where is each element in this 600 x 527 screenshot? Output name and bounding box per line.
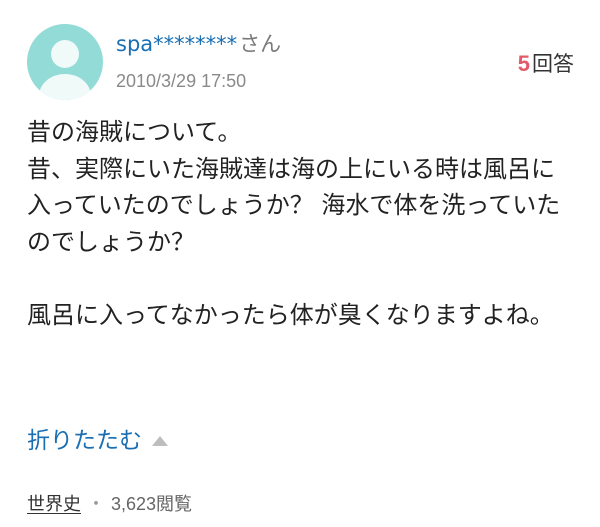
category-link[interactable]: 世界史 xyxy=(27,490,81,516)
footer-separator: ・ xyxy=(87,494,105,515)
fold-toggle-button[interactable]: 折りたたむ xyxy=(27,424,168,458)
question-line: 風呂に入ってなかったら体が臭くなりますよね。 xyxy=(27,300,554,329)
user-avatar[interactable] xyxy=(27,24,103,100)
fold-toggle-label: 折りたたむ xyxy=(27,428,142,454)
view-count-label: 閲覧 xyxy=(156,494,193,515)
user-silhouette-icon xyxy=(39,40,91,100)
question-footer: 世界史 ・ 3,623 閲覧 xyxy=(27,490,192,516)
question-blank-line: ​ xyxy=(27,260,575,297)
username-link[interactable]: spa******** xyxy=(116,32,237,56)
username-row: spa********さん xyxy=(116,30,281,58)
view-count: 3,623 xyxy=(111,494,157,514)
answer-label: 回答 xyxy=(532,52,574,76)
post-date: 2010/3/29 17:50 xyxy=(116,71,247,91)
question-title: 昔の海賊について。 xyxy=(27,118,242,146)
answer-count-badge[interactable]: 5回答 xyxy=(518,48,574,78)
username-honorific: さん xyxy=(239,32,282,56)
answer-count: 5 xyxy=(517,51,530,76)
question-line: 昔、実際にいた海賊達は海の上にいる時は風呂に入っていたのでしょうか？ 海水で体を… xyxy=(27,154,561,256)
triangle-up-icon xyxy=(152,436,168,446)
question-body: 昔の海賊について。 昔、実際にいた海賊達は海の上にいる時は風呂に入っていたのでし… xyxy=(27,114,575,333)
